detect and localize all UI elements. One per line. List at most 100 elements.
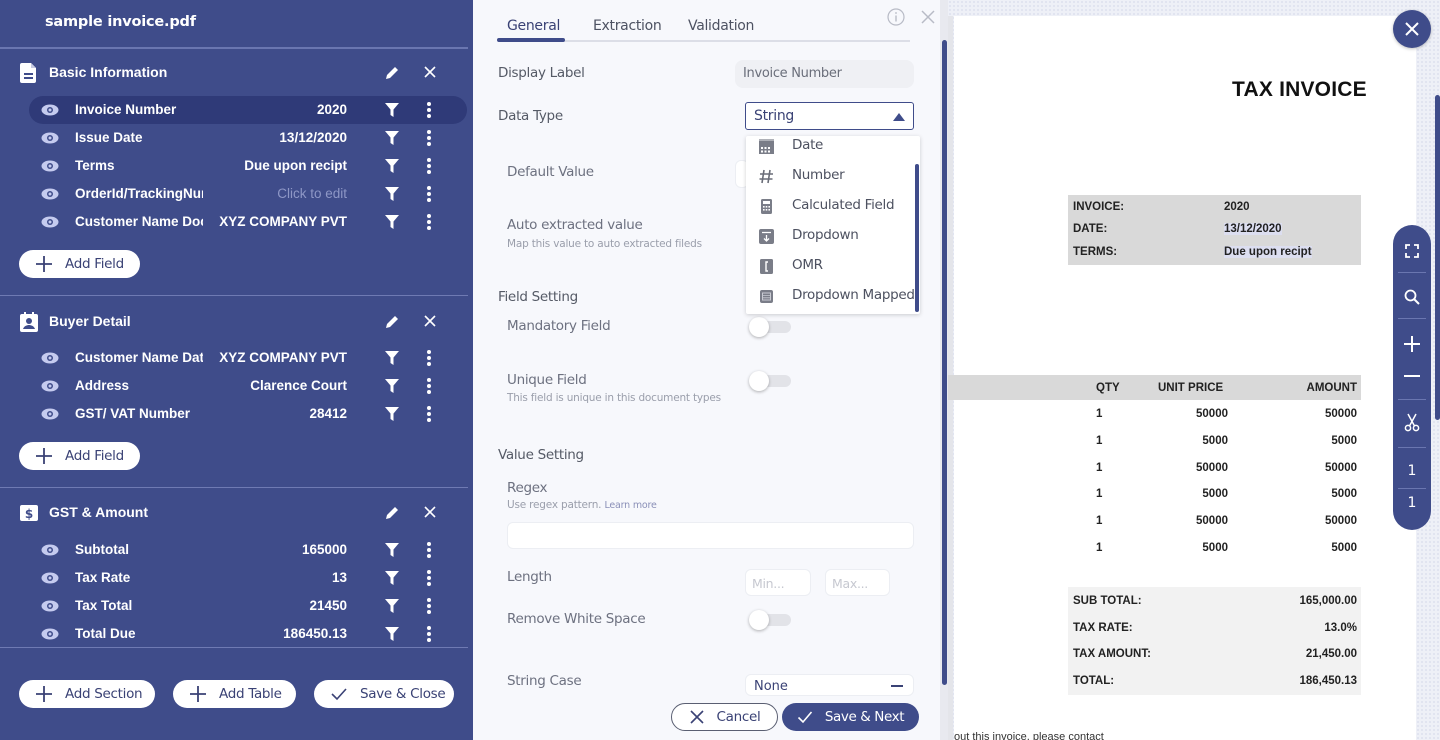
info-icon[interactable] (887, 8, 905, 26)
data-type-option-calculated-field[interactable]: Calculated Field (746, 193, 914, 223)
data-type-option-dropdown-mapped[interactable]: Dropdown Mapped (746, 283, 915, 313)
filter-icon[interactable] (385, 571, 399, 585)
field-row-customer-name-document[interactable]: Customer Name Document XYZ COMPANY PVT (29, 208, 467, 236)
field-value[interactable]: 186450.13 (283, 626, 347, 641)
add-section-button[interactable]: Add Section (19, 680, 155, 708)
eye-icon[interactable] (41, 104, 59, 116)
pencil-icon[interactable] (383, 313, 401, 331)
dropdown-scrollbar[interactable] (915, 164, 919, 312)
field-row-tax-rate[interactable]: Tax Rate 13 (29, 564, 467, 592)
eye-icon[interactable] (41, 216, 59, 228)
more-vertical-icon[interactable] (424, 541, 434, 559)
field-value[interactable]: XYZ COMPANY PVT (219, 350, 347, 365)
viewer-scrollbar[interactable] (1435, 95, 1440, 420)
more-vertical-icon[interactable] (424, 185, 434, 203)
eye-icon[interactable] (41, 408, 59, 420)
save-close-button[interactable]: Save & Close (314, 680, 454, 708)
close-icon[interactable] (421, 503, 439, 521)
field-row-tax-total[interactable]: Tax Total 21450 (29, 592, 467, 620)
field-row-terms[interactable]: Terms Due upon recipt (29, 152, 467, 180)
field-value[interactable]: 2020 (317, 102, 347, 117)
more-vertical-icon[interactable] (424, 101, 434, 119)
viewer-close-button[interactable] (1393, 10, 1431, 48)
field-value-placeholder[interactable]: Click to edit (277, 186, 347, 201)
field-row-issue-date[interactable]: Issue Date 13/12/2020 (29, 124, 467, 152)
more-vertical-icon[interactable] (424, 597, 434, 615)
field-value[interactable]: XYZ COMPANY PVT (219, 214, 347, 229)
field-row-address[interactable]: Address Clarence Court (29, 372, 467, 400)
field-row-customer-name-data[interactable]: Customer Name Data XYZ COMPANY PVT (29, 344, 467, 372)
more-vertical-icon[interactable] (424, 213, 434, 231)
fullscreen-button[interactable] (1393, 235, 1431, 267)
eye-icon[interactable] (41, 544, 59, 556)
filter-icon[interactable] (385, 379, 399, 393)
display-label-input[interactable]: Invoice Number (735, 60, 914, 88)
filter-icon[interactable] (385, 627, 399, 641)
mandatory-field-toggle[interactable] (749, 317, 791, 337)
add-field-button[interactable]: Add Field (19, 250, 140, 278)
eye-icon[interactable] (41, 132, 59, 144)
remove-white-space-toggle[interactable] (749, 610, 791, 630)
filter-icon[interactable] (385, 215, 399, 229)
filter-icon[interactable] (385, 187, 399, 201)
unique-field-toggle[interactable] (749, 371, 791, 391)
tab-extraction[interactable]: Extraction (593, 18, 662, 34)
field-value[interactable]: Due upon recipt (244, 158, 347, 173)
filter-icon[interactable] (385, 103, 399, 117)
pencil-icon[interactable] (383, 64, 401, 82)
more-vertical-icon[interactable] (424, 157, 434, 175)
eye-icon[interactable] (41, 600, 59, 612)
tab-general[interactable]: General (507, 18, 560, 34)
close-icon[interactable] (920, 9, 936, 25)
tab-validation[interactable]: Validation (688, 18, 754, 34)
pencil-icon[interactable] (383, 504, 401, 522)
filter-icon[interactable] (385, 543, 399, 557)
eye-icon[interactable] (41, 160, 59, 172)
crop-button[interactable] (1393, 406, 1431, 438)
close-icon[interactable] (421, 63, 439, 81)
field-value[interactable]: 13/12/2020 (279, 130, 347, 145)
filter-icon[interactable] (385, 599, 399, 613)
learn-more-link[interactable]: Learn more (604, 500, 656, 511)
page-current[interactable]: 1 (1393, 455, 1431, 487)
eye-icon[interactable] (41, 188, 59, 200)
field-value[interactable]: 165000 (302, 542, 347, 557)
data-type-option-date[interactable]: Date (746, 133, 914, 163)
search-button[interactable] (1393, 281, 1431, 313)
field-row-subtotal[interactable]: Subtotal 165000 (29, 536, 467, 564)
zoom-out-button[interactable] (1393, 360, 1431, 392)
filter-icon[interactable] (385, 131, 399, 145)
eye-icon[interactable] (41, 628, 59, 640)
filter-icon[interactable] (385, 159, 399, 173)
more-vertical-icon[interactable] (424, 377, 434, 395)
close-icon[interactable] (421, 312, 439, 330)
data-type-select[interactable]: String (745, 102, 914, 130)
more-vertical-icon[interactable] (424, 625, 434, 643)
data-type-option-number[interactable]: Number (746, 163, 914, 193)
editor-scrollbar[interactable] (942, 40, 947, 685)
regex-input[interactable] (507, 522, 914, 549)
filter-icon[interactable] (385, 351, 399, 365)
string-case-select[interactable]: None (745, 674, 914, 696)
eye-icon[interactable] (41, 572, 59, 584)
field-row-total-due[interactable]: Total Due 186450.13 (29, 620, 467, 648)
data-type-option-omr[interactable]: OMR (746, 253, 914, 283)
more-vertical-icon[interactable] (424, 405, 434, 423)
data-type-option-dropdown[interactable]: Dropdown (746, 223, 914, 253)
add-table-button[interactable]: Add Table (173, 680, 296, 708)
field-row-order-id[interactable]: OrderId/TrackingNumber Click to edit (29, 180, 467, 208)
field-value[interactable]: 13 (332, 570, 347, 585)
more-vertical-icon[interactable] (424, 349, 434, 367)
cancel-button[interactable]: Cancel (671, 703, 778, 731)
field-row-invoice-number[interactable]: Invoice Number 2020 (29, 96, 467, 124)
eye-icon[interactable] (41, 380, 59, 392)
length-max-input[interactable]: Max... (825, 569, 890, 596)
more-vertical-icon[interactable] (424, 129, 434, 147)
zoom-in-button[interactable] (1393, 328, 1431, 360)
field-row-gst-vat-number[interactable]: GST/ VAT Number 28412 (29, 400, 467, 428)
field-value[interactable]: 21450 (309, 598, 347, 613)
add-field-button[interactable]: Add Field (19, 442, 140, 470)
more-vertical-icon[interactable] (424, 569, 434, 587)
field-value[interactable]: Clarence Court (250, 378, 347, 393)
save-next-button[interactable]: Save & Next (782, 703, 919, 731)
